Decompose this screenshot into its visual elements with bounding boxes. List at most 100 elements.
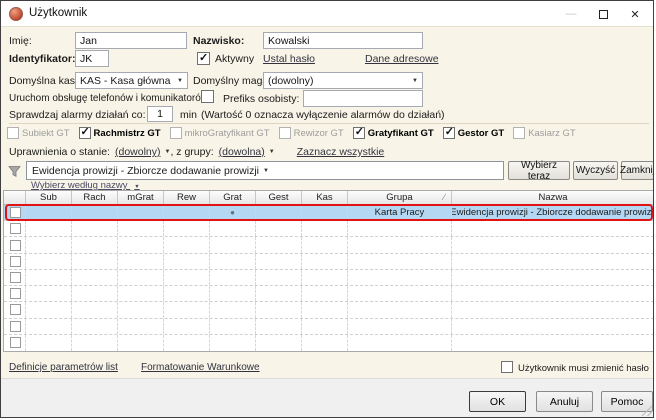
- dane-adresowe-link[interactable]: Dane adresowe: [365, 53, 439, 65]
- header-sub[interactable]: Sub: [26, 191, 72, 204]
- telefony-checkbox[interactable]: [201, 90, 214, 103]
- window-title: Użytkownik: [29, 7, 87, 19]
- group-label: , z grupy:: [170, 146, 213, 158]
- permissions-table: Sub Rach mGrat Rew Grat Gest Kas Grupa∕ …: [3, 190, 654, 352]
- anuluj-button[interactable]: Anuluj: [536, 391, 593, 412]
- group-dropdown[interactable]: (dowolna): [219, 146, 265, 158]
- cell-nazwa: Ewidencja prowizji - Zbiorcze dodawanie …: [452, 205, 654, 220]
- chevron-down-icon: ▼: [412, 78, 418, 84]
- header-rach[interactable]: Rach: [72, 191, 118, 204]
- prefiks-input[interactable]: [303, 90, 423, 107]
- select-all-link[interactable]: Zaznacz wszystkie: [297, 146, 385, 158]
- domyslna-kasa-label: Domyślna kasa:: [9, 75, 84, 87]
- ok-button[interactable]: OK: [469, 391, 526, 412]
- maximize-icon: [599, 10, 608, 19]
- domyslny-magazyn-select[interactable]: (dowolny) ▼: [263, 72, 423, 89]
- checkbox[interactable]: [513, 127, 525, 139]
- row-checkbox[interactable]: [10, 321, 21, 332]
- header-rew[interactable]: Rew: [164, 191, 210, 204]
- minimize-button: —: [555, 1, 587, 27]
- header-nazwa[interactable]: Nazwa: [452, 191, 654, 204]
- table-row[interactable]: [4, 221, 654, 237]
- wybierz-teraz-button[interactable]: Wybierz teraz: [508, 161, 570, 180]
- checkbox[interactable]: [7, 127, 19, 139]
- table-row[interactable]: [4, 302, 654, 318]
- filter-icon[interactable]: [6, 163, 23, 179]
- cell-grupa: Karta Pracy: [348, 205, 452, 220]
- title-bar: Użytkownik — ✕: [1, 1, 653, 27]
- product-kasiarz[interactable]: Kasiarz GT: [513, 127, 576, 139]
- formatowanie-warunkowe-link[interactable]: Formatowanie Warunkowe: [141, 362, 260, 373]
- checkbox[interactable]: [279, 127, 291, 139]
- product-gestor[interactable]: Gestor GT: [443, 127, 504, 139]
- table-row[interactable]: [4, 335, 654, 351]
- product-gratyfikant[interactable]: Gratyfikant GT: [353, 127, 434, 139]
- aktywny-label: Aktywny: [215, 53, 254, 65]
- nazwisko-input[interactable]: [263, 32, 423, 49]
- header-gest[interactable]: Gest: [256, 191, 302, 204]
- permission-combobox[interactable]: Ewidencja prowizji - Zbiorcze dodawanie …: [26, 161, 504, 180]
- alarmy-input[interactable]: [147, 106, 173, 122]
- chevron-down-icon: ▼: [177, 78, 183, 84]
- checkbox[interactable]: [170, 127, 182, 139]
- uzytkownik-dialog: Użytkownik — ✕ Imię: Nazwisko: Identyfik…: [0, 0, 654, 418]
- checkbox[interactable]: [443, 127, 455, 139]
- nazwisko-label: Nazwisko:: [193, 35, 244, 47]
- row-checkbox[interactable]: [10, 272, 21, 283]
- ustal-haslo-link[interactable]: Ustal hasło: [263, 53, 315, 65]
- row-checkbox[interactable]: [10, 337, 21, 348]
- row-checkbox[interactable]: [10, 240, 21, 251]
- header-grupa[interactable]: Grupa∕: [348, 191, 452, 204]
- header-grat[interactable]: Grat: [210, 191, 256, 204]
- gt-products-row: Subiekt GT Rachmistrz GT mikroGratyfikan…: [7, 127, 576, 139]
- maximize-button[interactable]: [587, 1, 619, 27]
- product-subiekt[interactable]: Subiekt GT: [7, 127, 70, 139]
- chevron-down-icon: ▼: [269, 149, 275, 155]
- identyfikator-input[interactable]: [75, 50, 109, 67]
- row-checkbox[interactable]: [10, 207, 21, 218]
- table-row[interactable]: [4, 254, 654, 270]
- identyfikator-label: Identyfikator:: [9, 53, 76, 65]
- imie-label: Imię:: [9, 35, 32, 47]
- row-checkbox[interactable]: [10, 256, 21, 267]
- sort-indicator-icon: ∕: [443, 192, 445, 202]
- checkbox[interactable]: [79, 127, 91, 139]
- pomoc-button[interactable]: Pomoc: [601, 391, 653, 412]
- header-kas[interactable]: Kas: [302, 191, 348, 204]
- app-icon: [9, 7, 23, 21]
- permissions-row: Uprawnienia o stanie: (dowolny) ▼ , z gr…: [9, 146, 384, 158]
- grat-permission-dot: ●: [230, 208, 235, 217]
- permissions-label: Uprawnienia o stanie:: [9, 146, 110, 158]
- table-row[interactable]: [4, 319, 654, 335]
- row-checkbox[interactable]: [10, 304, 21, 315]
- table-row[interactable]: [4, 286, 654, 302]
- table-row[interactable]: [4, 270, 654, 286]
- table-row-selected[interactable]: ● Karta Pracy Ewidencja prowizji - Zbior…: [4, 205, 654, 221]
- telefony-label: Uruchom obsługę telefonów i komunikatoró…: [9, 93, 208, 104]
- must-change-password-checkbox[interactable]: [501, 361, 513, 373]
- divider: [9, 123, 649, 124]
- state-dropdown[interactable]: (dowolny): [115, 146, 161, 158]
- product-rachmistrz[interactable]: Rachmistrz GT: [79, 127, 161, 139]
- row-checkbox[interactable]: [10, 223, 21, 234]
- checkbox[interactable]: [353, 127, 365, 139]
- alarmy-note: (Wartość 0 oznacza wyłączenie alarmów do…: [201, 109, 445, 121]
- product-rewizor[interactable]: Rewizor GT: [279, 127, 344, 139]
- definicje-parametrow-link[interactable]: Definicje parametrów list: [9, 362, 118, 373]
- row-checkbox[interactable]: [10, 288, 21, 299]
- product-mikrogratyfikant[interactable]: mikroGratyfikant GT: [170, 127, 270, 139]
- table-row[interactable]: [4, 237, 654, 253]
- alarmy-unit: min: [180, 109, 197, 121]
- prefiks-label: Prefiks osobisty:: [223, 93, 299, 105]
- alarmy-label: Sprawdzaj alarmy działań co:: [9, 109, 146, 121]
- zamknij-button[interactable]: Zamknij: [621, 161, 654, 180]
- must-change-password-label: Użytkownik musi zmienić hasło: [518, 363, 649, 374]
- header-mgrat[interactable]: mGrat: [118, 191, 164, 204]
- domyslna-kasa-select[interactable]: KAS - Kasa główna ▼: [75, 72, 188, 89]
- close-button[interactable]: ✕: [619, 1, 651, 27]
- header-checkbox-col: [4, 191, 26, 204]
- aktywny-checkbox[interactable]: [197, 52, 210, 65]
- imie-input[interactable]: [75, 32, 187, 49]
- table-header: Sub Rach mGrat Rew Grat Gest Kas Grupa∕ …: [4, 191, 654, 205]
- wyczysc-button[interactable]: Wyczyść: [573, 161, 618, 180]
